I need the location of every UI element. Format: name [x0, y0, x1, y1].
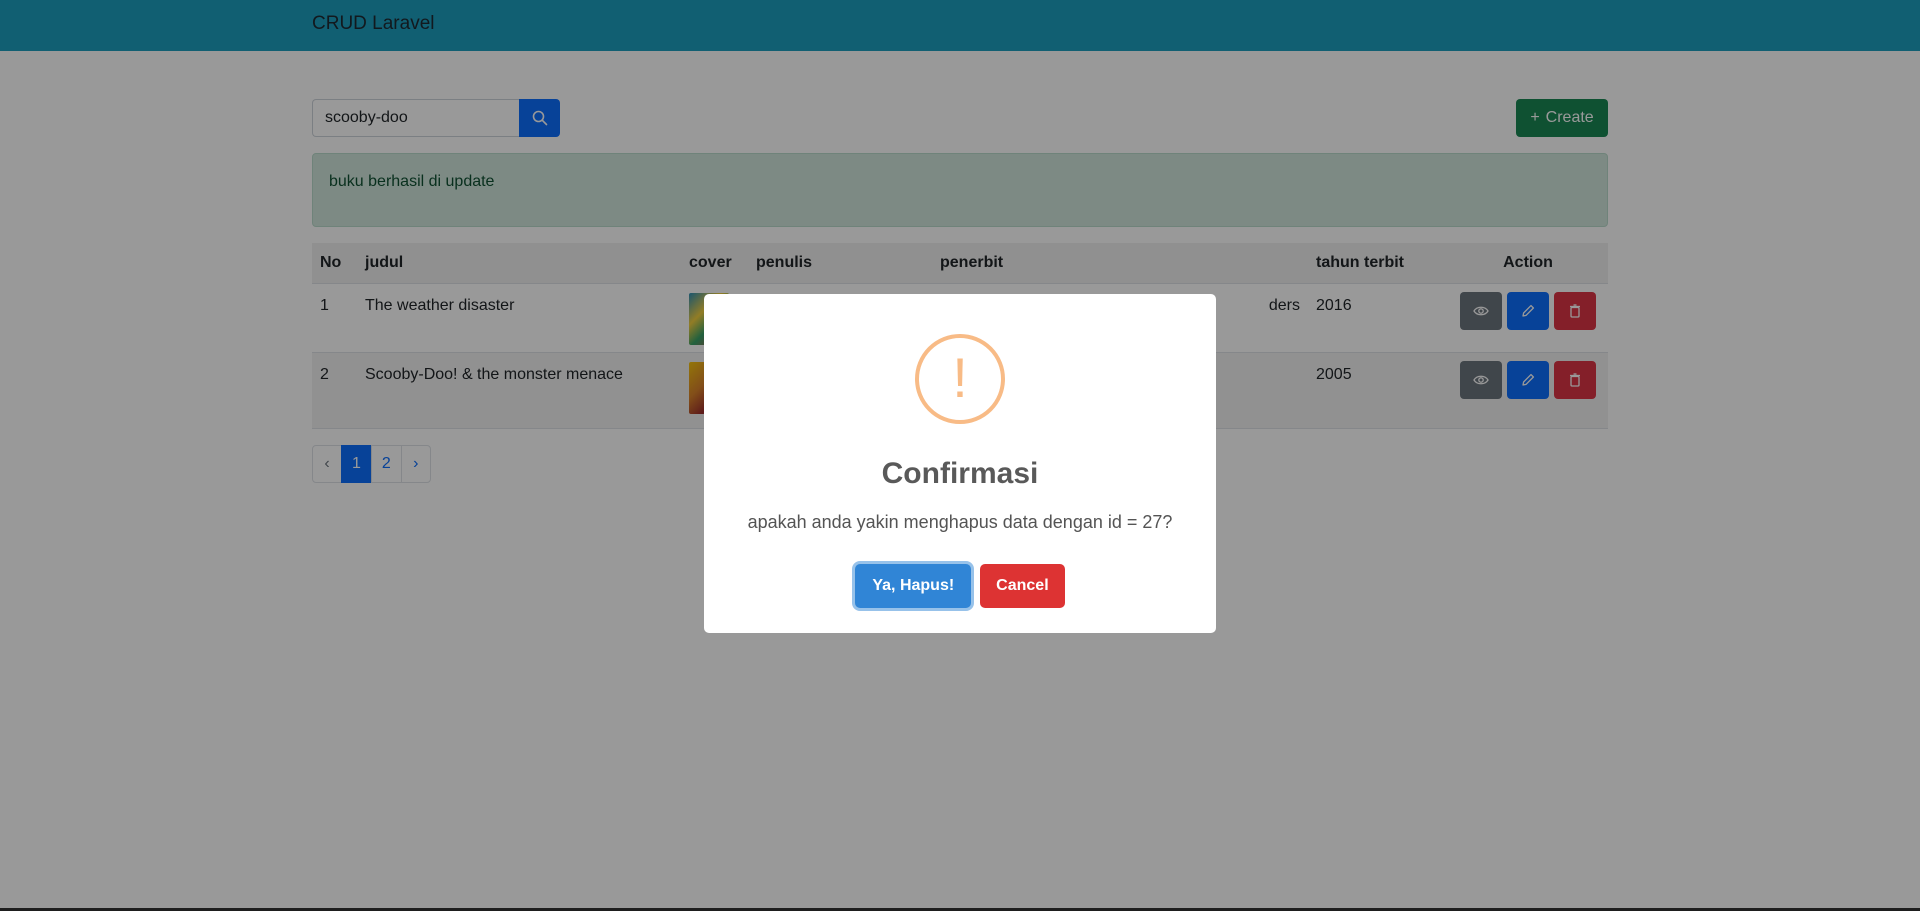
confirm-delete-button[interactable]: Ya, Hapus! — [855, 564, 972, 608]
dialog-title: Confirmasi — [881, 457, 1039, 490]
confirm-dialog: ! Confirmasi apakah anda yakin menghapus… — [704, 294, 1216, 633]
dialog-actions: Ya, Hapus! Cancel — [704, 564, 1216, 608]
warning-icon: ! — [915, 334, 1005, 424]
dialog-message: apakah anda yakin menghapus data dengan … — [747, 512, 1173, 532]
cancel-button[interactable]: Cancel — [980, 564, 1065, 608]
